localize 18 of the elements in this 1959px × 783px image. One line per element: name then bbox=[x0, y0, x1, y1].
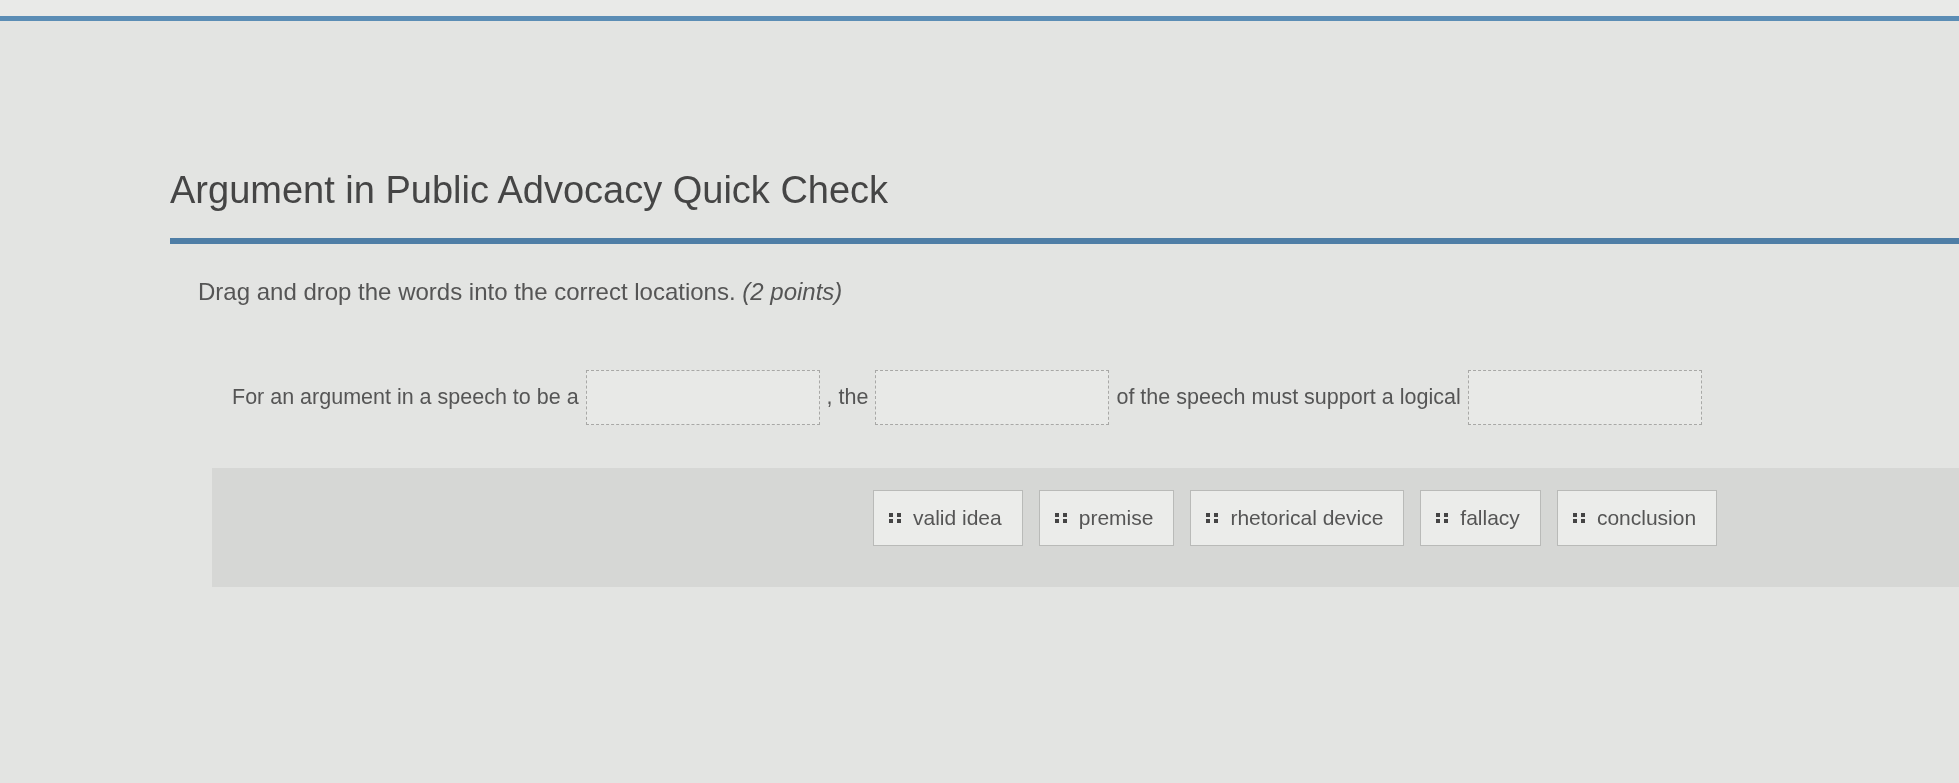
grip-icon bbox=[1054, 513, 1067, 523]
drop-box[interactable] bbox=[585, 370, 820, 425]
sentence-text: , the bbox=[826, 385, 869, 410]
grip-icon bbox=[1436, 513, 1449, 523]
grip-icon bbox=[1572, 513, 1585, 523]
sentence-text: of the speech must support a logical bbox=[1116, 385, 1461, 410]
drop-box[interactable] bbox=[875, 370, 1110, 425]
grip-icon bbox=[1206, 513, 1219, 523]
word-tile[interactable]: premise bbox=[1038, 490, 1175, 546]
sentence-text: For an argument in a speech to be a bbox=[232, 385, 579, 410]
drop-box[interactable] bbox=[1467, 370, 1702, 425]
word-tile[interactable]: valid idea bbox=[873, 490, 1023, 546]
quiz-title: Argument in Public Advocacy Quick Check bbox=[170, 168, 889, 213]
word-tile[interactable]: fallacy bbox=[1420, 490, 1541, 546]
grip-icon bbox=[889, 513, 901, 523]
word-tile[interactable]: conclusion bbox=[1556, 490, 1718, 546]
instruction-text: Drag and drop the words into the correct locations. (2 points) bbox=[198, 277, 843, 307]
word-tile[interactable]: rhetorical device bbox=[1190, 490, 1405, 546]
